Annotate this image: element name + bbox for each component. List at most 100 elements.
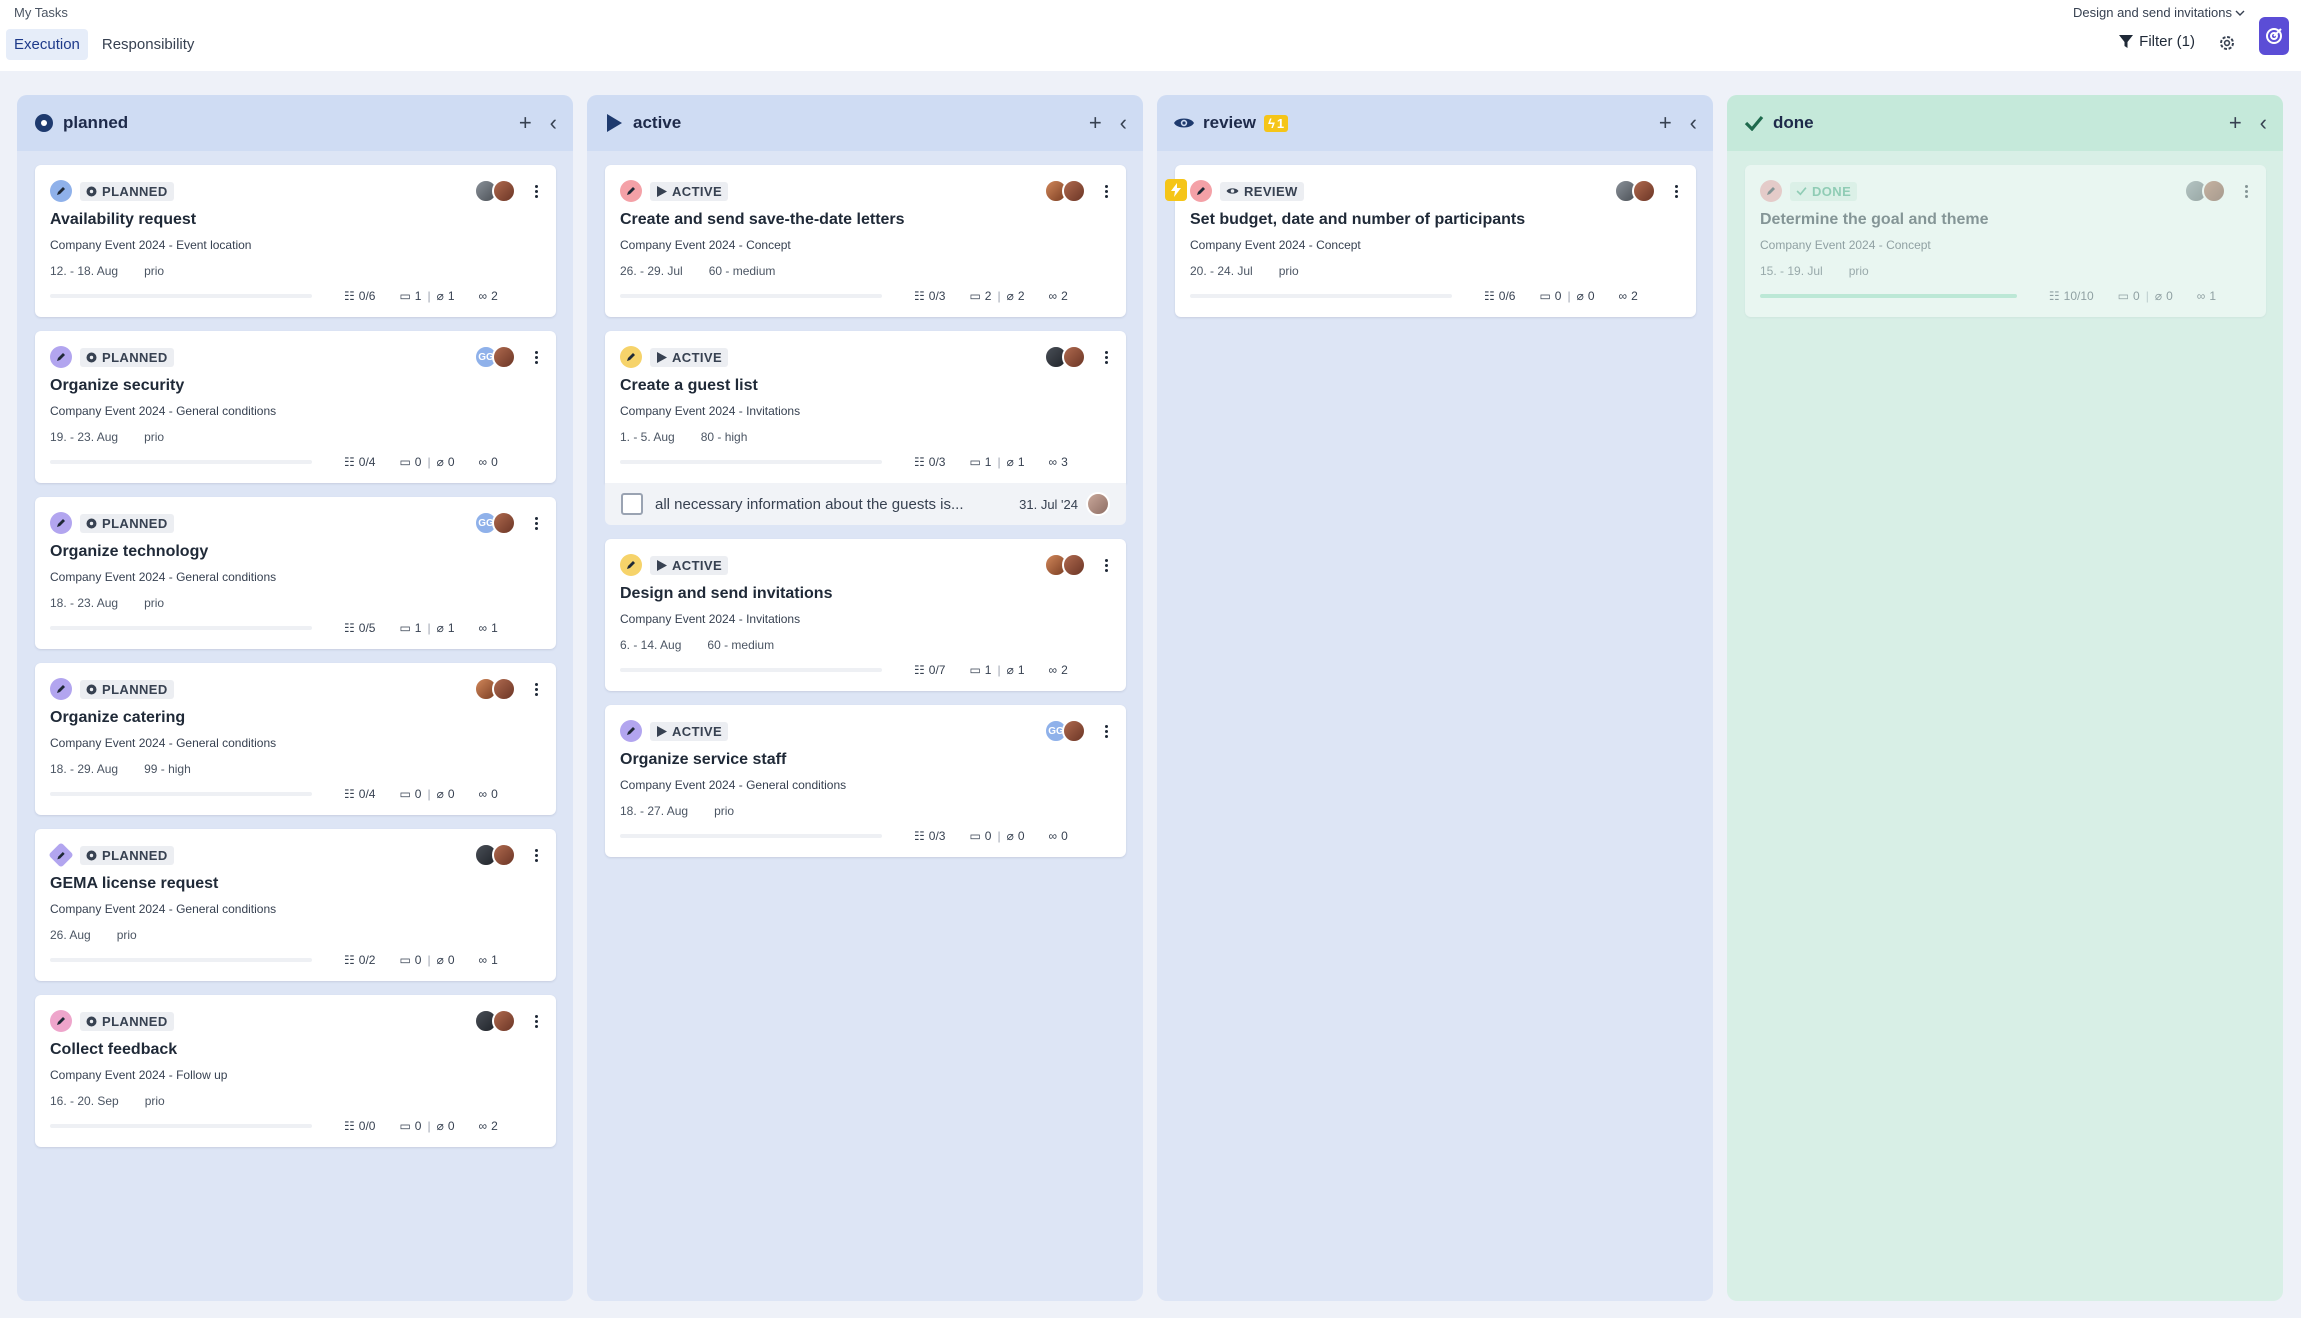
comment-icon: ▭	[399, 455, 411, 469]
add-card-button[interactable]: +	[2229, 112, 2242, 134]
task-card[interactable]: ACTIVE GG Organize service staff Company…	[605, 705, 1126, 857]
collapse-column-button[interactable]: ‹	[1120, 112, 1127, 134]
assignee-avatars[interactable]	[2184, 179, 2226, 203]
avatar	[492, 511, 516, 535]
add-card-button[interactable]: +	[519, 112, 532, 134]
milestone-pencil-icon[interactable]	[48, 842, 74, 868]
collapse-column-button[interactable]: ‹	[2260, 112, 2267, 134]
checklist-count: 0/6	[1498, 289, 1516, 303]
collapse-column-button[interactable]: ‹	[550, 112, 557, 134]
more-options-icon[interactable]	[1100, 558, 1112, 572]
more-options-icon[interactable]	[530, 350, 542, 364]
card-title: Create and send save-the-date letters	[620, 211, 905, 228]
more-options-icon[interactable]	[530, 184, 542, 198]
tab-execution[interactable]: Execution	[6, 29, 88, 60]
attachment-count: 2	[1017, 289, 1025, 303]
more-options-icon[interactable]	[530, 682, 542, 696]
attachment-count: 0	[447, 455, 455, 469]
comment-count: 0	[2133, 289, 2140, 303]
assignee-avatars[interactable]	[474, 1009, 516, 1033]
pencil-icon[interactable]	[620, 554, 642, 576]
status-badge: DONE	[1790, 181, 1858, 201]
attachment-icon: ⌀	[1006, 455, 1014, 469]
status-badge: ACTIVE	[650, 181, 729, 201]
app-logo[interactable]	[2259, 17, 2289, 55]
more-options-icon[interactable]	[530, 516, 542, 530]
status-badge: PLANNED	[80, 347, 174, 367]
assignee-avatars[interactable]	[1614, 179, 1656, 203]
comment-icon: ▭	[969, 289, 981, 303]
more-options-icon[interactable]	[1100, 184, 1112, 198]
pencil-icon[interactable]	[50, 1010, 72, 1032]
gear-icon[interactable]	[2217, 33, 2237, 53]
checklist-item[interactable]: all necessary information about the gues…	[605, 483, 1126, 525]
logo-icon	[2266, 28, 2282, 44]
add-card-button[interactable]: +	[1659, 112, 1672, 134]
more-options-icon[interactable]	[1670, 184, 1682, 198]
card-priority: 99 - high	[144, 762, 191, 776]
assignee-avatars[interactable]	[474, 843, 516, 867]
pencil-icon[interactable]	[1190, 180, 1212, 202]
card-title: Availability request	[50, 211, 197, 228]
attachment-icon: ⌀	[436, 621, 444, 635]
assignee-avatars[interactable]	[474, 677, 516, 701]
pencil-icon[interactable]	[50, 180, 72, 202]
task-card[interactable]: ACTIVE Create and send save-the-date let…	[605, 165, 1126, 317]
task-card[interactable]: ACTIVE Design and send invitations Compa…	[605, 539, 1126, 691]
pencil-icon[interactable]	[620, 720, 642, 742]
pencil-icon[interactable]	[620, 180, 642, 202]
tab-responsibility[interactable]: Responsibility	[94, 29, 203, 60]
pencil-icon[interactable]	[50, 512, 72, 534]
task-card[interactable]: ACTIVE Create a guest list Company Event…	[605, 331, 1126, 483]
task-card[interactable]: PLANNED Organize catering Company Event …	[35, 663, 556, 815]
chevron-down-icon	[2235, 10, 2245, 16]
assignee-avatars[interactable]	[1044, 345, 1086, 369]
task-card[interactable]: DONE Determine the goal and theme Compan…	[1745, 165, 2266, 317]
card-priority: prio	[1848, 264, 1869, 278]
breadcrumb[interactable]: My Tasks	[14, 5, 68, 20]
bolt-icon: ϟ	[1267, 115, 1275, 131]
card-priority: prio	[116, 928, 137, 942]
task-card[interactable]: REVIEW Set budget, date and number of pa…	[1165, 165, 1696, 317]
pencil-icon[interactable]	[620, 346, 642, 368]
pencil-icon[interactable]	[1760, 180, 1782, 202]
assignee-avatars[interactable]	[474, 179, 516, 203]
more-options-icon[interactable]	[1100, 724, 1112, 738]
assignee-avatars[interactable]: GG	[474, 345, 516, 369]
task-card[interactable]: PLANNED Availability request Company Eve…	[35, 165, 556, 317]
progress-bar	[620, 294, 882, 298]
task-card[interactable]: PLANNED GG Organize security Company Eve…	[35, 331, 556, 483]
more-options-icon[interactable]	[530, 848, 542, 862]
assignee-avatars[interactable]: GG	[474, 511, 516, 535]
status-badge: PLANNED	[80, 513, 174, 533]
card-dates: 6. - 14. Aug	[620, 638, 682, 652]
assignee-avatars[interactable]	[1044, 179, 1086, 203]
checklist-count: 0/7	[928, 663, 946, 677]
card-priority: 60 - medium	[707, 638, 775, 652]
filter-button[interactable]: Filter (1)	[2119, 33, 2195, 50]
assignee-avatars[interactable]: GG	[1044, 719, 1086, 743]
pencil-icon[interactable]	[50, 346, 72, 368]
card-title: Organize catering	[50, 709, 186, 726]
assignee-avatars[interactable]	[1044, 553, 1086, 577]
column-review: review ϟ1 + ‹ REVIEW Set budget, date an…	[1157, 95, 1713, 1301]
attachment-count: 1	[1017, 663, 1025, 677]
comment-count: 0	[414, 953, 422, 967]
task-card[interactable]: PLANNED Collect feedback Company Event 2…	[35, 995, 556, 1147]
collapse-column-button[interactable]: ‹	[1690, 112, 1697, 134]
card-project: Company Event 2024 - Event location	[50, 238, 252, 252]
progress-bar	[50, 1124, 312, 1128]
project-select[interactable]: Design and send invitations	[2073, 5, 2245, 20]
filter-label: Filter (1)	[2139, 33, 2195, 50]
pencil-icon[interactable]	[50, 678, 72, 700]
status-badge: PLANNED	[80, 679, 174, 699]
comment-count: 1	[414, 289, 422, 303]
task-card[interactable]: PLANNED GEMA license request Company Eve…	[35, 829, 556, 981]
more-options-icon[interactable]	[2240, 184, 2252, 198]
add-card-button[interactable]: +	[1089, 112, 1102, 134]
checklist-icon: ☷	[914, 455, 925, 469]
more-options-icon[interactable]	[1100, 350, 1112, 364]
more-options-icon[interactable]	[530, 1014, 542, 1028]
checklist-checkbox[interactable]	[621, 493, 643, 515]
task-card[interactable]: PLANNED GG Organize technology Company E…	[35, 497, 556, 649]
